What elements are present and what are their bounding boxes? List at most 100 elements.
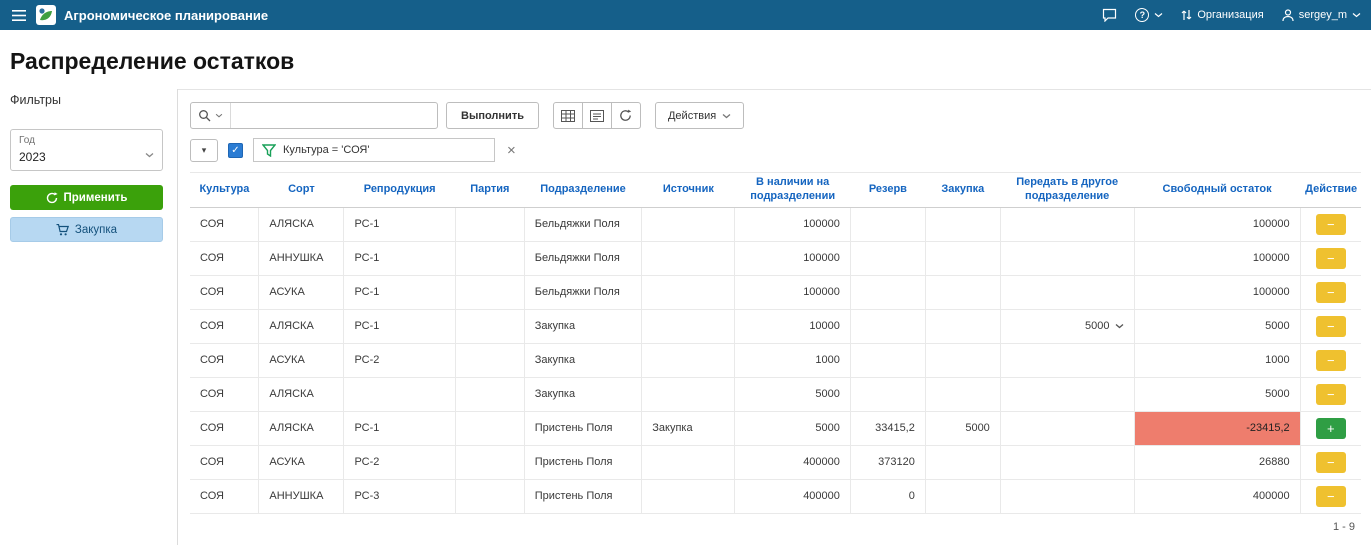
single-row-view-button[interactable] <box>582 102 612 129</box>
cell-variety: АЛЯСКА <box>259 377 344 411</box>
reset-view-button[interactable] <box>611 102 641 129</box>
search-box <box>190 102 438 129</box>
row-action-button[interactable]: − <box>1316 248 1346 269</box>
actions-menu-button[interactable]: Действия <box>655 102 744 129</box>
cell-reserve <box>850 275 925 309</box>
cell-culture: СОЯ <box>190 479 259 513</box>
column-header[interactable]: Действие <box>1300 173 1361 208</box>
interactive-grid: КультураСортРепродукцияПартияПодразделен… <box>190 172 1361 514</box>
row-action-button[interactable]: − <box>1316 452 1346 473</box>
cell-division: Закупка <box>524 309 642 343</box>
table-row: СОЯ АЛЯСКА РС-1 Пристень Поля Закупка 50… <box>190 411 1361 445</box>
cell-source <box>642 207 735 241</box>
cell-free-balance: 100000 <box>1134 241 1300 275</box>
filter-funnel-icon <box>262 144 276 157</box>
cell-batch <box>455 241 524 275</box>
cell-division: Бельдяжки Поля <box>524 207 642 241</box>
chevron-down-icon <box>145 147 154 161</box>
cell-transfer[interactable] <box>1000 411 1134 445</box>
row-action-button[interactable]: − <box>1316 282 1346 303</box>
filter-chip[interactable]: Культура = 'СОЯ' <box>253 138 495 162</box>
filters-title: Фильтры <box>10 93 163 107</box>
cell-source: Закупка <box>642 411 735 445</box>
column-header[interactable]: Источник <box>642 173 735 208</box>
search-icon <box>198 109 211 122</box>
cell-transfer[interactable] <box>1000 275 1134 309</box>
cell-purchase <box>925 343 1000 377</box>
cell-culture: СОЯ <box>190 275 259 309</box>
chat-button[interactable] <box>1102 8 1117 22</box>
cell-action: − <box>1300 343 1361 377</box>
column-header[interactable]: Репродукция <box>344 173 455 208</box>
cell-transfer[interactable] <box>1000 207 1134 241</box>
apply-button[interactable]: Применить <box>10 185 163 210</box>
user-menu[interactable]: sergey_m <box>1282 9 1361 22</box>
cell-division: Закупка <box>524 343 642 377</box>
hamburger-menu-icon[interactable] <box>10 8 28 23</box>
cell-transfer[interactable] <box>1000 241 1134 275</box>
cell-transfer[interactable] <box>1000 445 1134 479</box>
cell-free-balance: 5000 <box>1134 377 1300 411</box>
column-header[interactable]: В наличии на подразделении <box>735 173 850 208</box>
cell-reserve <box>850 377 925 411</box>
cell-action: + <box>1300 411 1361 445</box>
filter-expand-button[interactable]: ▾ <box>190 139 218 162</box>
cell-available: 5000 <box>735 377 850 411</box>
row-action-button[interactable]: − <box>1316 384 1346 405</box>
column-header[interactable]: Закупка <box>925 173 1000 208</box>
column-header[interactable]: Передать в другое подразделение <box>1000 173 1134 208</box>
cell-division: Пристень Поля <box>524 479 642 513</box>
hamburger-icon <box>12 10 26 21</box>
cell-available: 1000 <box>735 343 850 377</box>
table-row: СОЯ АЛЯСКА Закупка 5000 5000 − <box>190 377 1361 411</box>
year-select[interactable]: Год 2023 <box>10 129 163 171</box>
purchase-button[interactable]: Закупка <box>10 217 163 242</box>
cell-transfer[interactable] <box>1000 343 1134 377</box>
cell-culture: СОЯ <box>190 411 259 445</box>
column-header[interactable]: Резерв <box>850 173 925 208</box>
grid-view-button[interactable] <box>553 102 583 129</box>
cell-purchase <box>925 309 1000 343</box>
organization-menu[interactable]: Организация <box>1181 9 1263 21</box>
cell-purchase <box>925 207 1000 241</box>
cell-transfer[interactable] <box>1000 377 1134 411</box>
cell-division: Бельдяжки Поля <box>524 241 642 275</box>
row-action-button[interactable]: − <box>1316 214 1346 235</box>
column-header[interactable]: Культура <box>190 173 259 208</box>
cell-action: − <box>1300 377 1361 411</box>
column-header[interactable]: Сорт <box>259 173 344 208</box>
execute-button[interactable]: Выполнить <box>446 102 539 129</box>
table-row: СОЯ АННУШКА РС-1 Бельдяжки Поля 100000 1… <box>190 241 1361 275</box>
filter-row: ▾ ✓ Культура = 'СОЯ' × <box>190 138 1361 162</box>
column-header[interactable]: Партия <box>455 173 524 208</box>
cell-variety: АЛЯСКА <box>259 207 344 241</box>
cell-free-balance: 1000 <box>1134 343 1300 377</box>
row-action-button[interactable]: − <box>1316 350 1346 371</box>
chevron-down-icon <box>1115 323 1124 329</box>
search-options-button[interactable] <box>191 103 231 128</box>
cell-source <box>642 445 735 479</box>
cell-free-balance: 26880 <box>1134 445 1300 479</box>
column-header[interactable]: Свободный остаток <box>1134 173 1300 208</box>
cell-transfer[interactable] <box>1000 479 1134 513</box>
app-logo-icon <box>36 5 56 25</box>
row-action-button[interactable]: − <box>1316 486 1346 507</box>
cell-action: − <box>1300 479 1361 513</box>
cell-reproduction: РС-1 <box>344 241 455 275</box>
filter-remove-icon[interactable]: × <box>507 143 516 158</box>
row-action-button[interactable]: − <box>1316 316 1346 337</box>
row-action-button[interactable]: + <box>1316 418 1346 439</box>
cell-culture: СОЯ <box>190 309 259 343</box>
cell-reproduction: РС-2 <box>344 343 455 377</box>
cell-transfer[interactable]: 5000 <box>1000 309 1134 343</box>
search-input[interactable] <box>231 103 437 128</box>
cell-reproduction: РС-2 <box>344 445 455 479</box>
filter-enabled-checkbox[interactable]: ✓ <box>228 143 243 158</box>
column-header[interactable]: Подразделение <box>524 173 642 208</box>
help-menu[interactable]: ? <box>1135 8 1163 22</box>
organization-label: Организация <box>1197 9 1263 21</box>
table-row: СОЯ АСУКА РС-2 Пристень Поля 400000 3731… <box>190 445 1361 479</box>
cell-batch <box>455 411 524 445</box>
chevron-down-icon <box>1154 12 1163 18</box>
table-row: СОЯ АСУКА РС-1 Бельдяжки Поля 100000 100… <box>190 275 1361 309</box>
